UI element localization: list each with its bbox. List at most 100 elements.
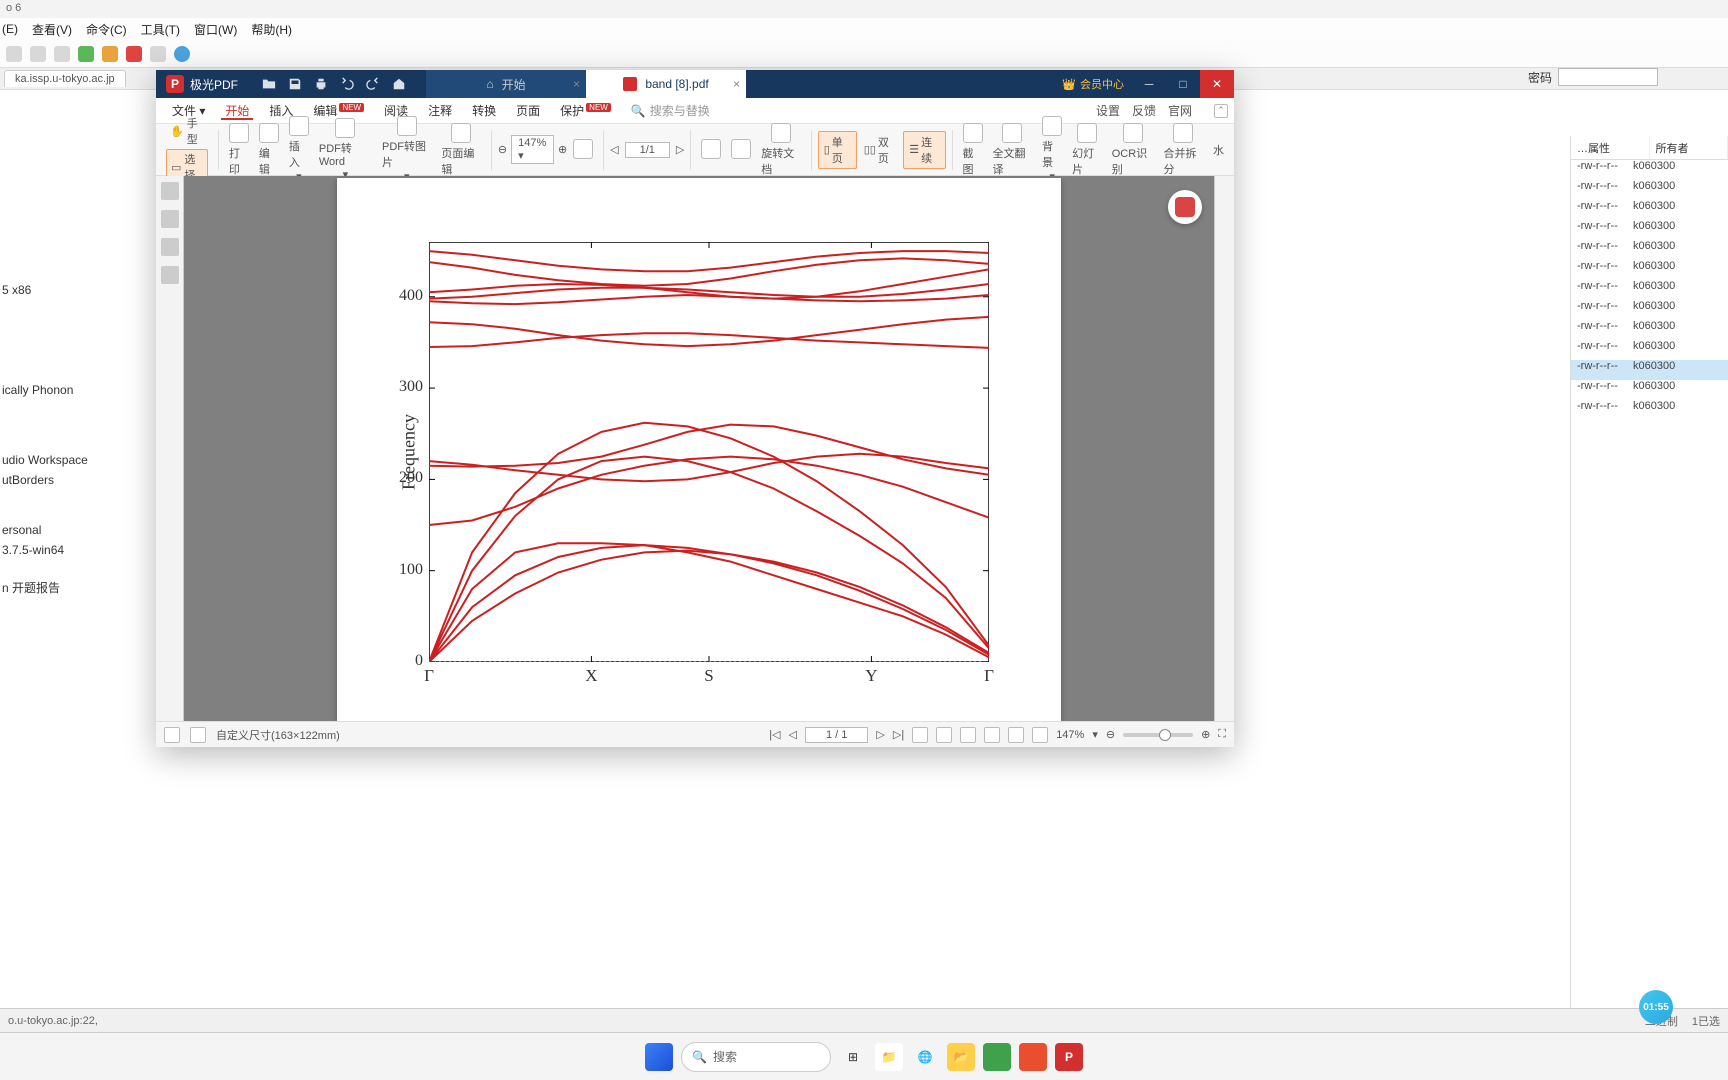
taskbar-search[interactable]: 🔍 搜索	[681, 1042, 831, 1072]
file-row[interactable]: -rw-r--r--k060300	[1571, 200, 1728, 220]
task-view-icon[interactable]: ⊞	[839, 1043, 867, 1071]
menu-read[interactable]: 阅读	[374, 102, 418, 119]
pdf-to-image-button[interactable]: PDF转图片▾	[378, 116, 435, 183]
slideshow-button[interactable]: 幻灯片	[1068, 123, 1106, 177]
rotate-right-button[interactable]	[727, 139, 755, 161]
menu-feedback[interactable]: 反馈	[1132, 102, 1156, 119]
col-perms[interactable]: …属性	[1571, 136, 1650, 159]
nav-item[interactable]: 5 x86	[2, 280, 92, 300]
file-row[interactable]: -rw-r--r--k060300	[1571, 160, 1728, 180]
toolbar-icon[interactable]	[54, 46, 70, 62]
col-owner[interactable]: 所有者	[1650, 136, 1728, 159]
zoom-out-button[interactable]: ⊖	[498, 143, 507, 156]
bg-session-tab[interactable]: ka.issp.u-tokyo.ac.jp	[4, 70, 126, 87]
last-page-button[interactable]: ▷|	[893, 728, 904, 741]
zoom-in-button[interactable]: ⊕	[1201, 728, 1210, 741]
explorer-icon[interactable]: 📁	[875, 1043, 903, 1071]
bg-menu[interactable]: 窗口(W)	[194, 21, 237, 38]
redo-icon[interactable]	[366, 77, 380, 91]
pdf-to-word-button[interactable]: PDF转Word▾	[315, 118, 376, 181]
next-page-button[interactable]: ▷	[876, 728, 884, 741]
next-page-button[interactable]: ▷	[676, 143, 684, 156]
hand-tool[interactable]: ✋手型	[166, 114, 208, 148]
edit-button[interactable]: 编辑	[255, 123, 283, 177]
toolbar-icon[interactable]	[30, 46, 46, 62]
close-icon[interactable]: ×	[573, 77, 580, 91]
home-icon[interactable]	[392, 77, 406, 91]
file-row[interactable]: -rw-r--r--k060300	[1571, 340, 1728, 360]
page-indicator[interactable]: 1 / 1	[805, 727, 868, 743]
bg-menu[interactable]: (E)	[2, 22, 18, 36]
fullscreen-button[interactable]: ⛶	[1218, 728, 1226, 741]
undo-icon[interactable]	[340, 77, 354, 91]
bg-menu[interactable]: 命令(C)	[86, 21, 127, 38]
password-input[interactable]	[1558, 68, 1658, 86]
pdf-app-icon[interactable]: P	[1055, 1043, 1083, 1071]
zoom-in-button[interactable]: ⊕	[558, 143, 567, 156]
search-panel-icon[interactable]	[161, 266, 179, 284]
help-icon[interactable]	[174, 46, 190, 62]
menu-website[interactable]: 官网	[1168, 102, 1192, 119]
nav-item[interactable]: ically Phonon	[2, 380, 92, 400]
toolbar-icon[interactable]	[6, 46, 22, 62]
pdf-page[interactable]: Frequency 0100200300400ΓXSYΓ	[337, 178, 1061, 721]
bg-menu[interactable]: 工具(T)	[141, 21, 180, 38]
status-icon[interactable]	[190, 727, 206, 743]
file-row[interactable]: -rw-r--r--k060300	[1571, 360, 1728, 380]
prev-page-button[interactable]: ◁	[610, 143, 618, 156]
annotations-icon[interactable]	[161, 238, 179, 256]
menu-protect[interactable]: 保护NEW	[550, 102, 621, 119]
zoom-level[interactable]: 147% ▾	[511, 135, 554, 164]
menu-start[interactable]: 开始	[215, 102, 259, 119]
menu-file[interactable]: 文件 ▾	[162, 102, 215, 119]
toolbar-icon[interactable]	[78, 46, 94, 62]
open-icon[interactable]	[262, 77, 276, 91]
app-icon[interactable]	[1019, 1043, 1047, 1071]
view-mode-icon[interactable]	[936, 727, 952, 743]
view-single[interactable]: ▯单页	[818, 131, 857, 169]
translate-button[interactable]: 全文翻译	[989, 123, 1037, 177]
menu-convert[interactable]: 转换	[462, 102, 506, 119]
nav-item[interactable]: udio Workspace	[2, 450, 92, 470]
print-icon[interactable]	[314, 77, 328, 91]
view-mode-icon[interactable]	[912, 727, 928, 743]
zoom-out-button[interactable]: ⊖	[1106, 728, 1115, 741]
prev-page-button[interactable]: ◁	[789, 728, 797, 741]
view-double[interactable]: ▯▯双页	[859, 132, 901, 168]
view-continuous[interactable]: ☰连续	[903, 131, 945, 169]
background-button[interactable]: 背景▾	[1038, 116, 1066, 183]
nav-item[interactable]: utBorders	[2, 470, 92, 490]
bg-menu[interactable]: 帮助(H)	[251, 21, 292, 38]
toolbar-icon[interactable]	[102, 46, 118, 62]
pdf-tab-document[interactable]: band [8].pdf ×	[586, 70, 746, 98]
file-row[interactable]: -rw-r--r--k060300	[1571, 300, 1728, 320]
collapse-ribbon-button[interactable]: ⌃	[1214, 104, 1228, 118]
zoom-slider[interactable]	[1123, 733, 1193, 737]
file-row[interactable]: -rw-r--r--k060300	[1571, 400, 1728, 420]
nav-item[interactable]: ersonal	[2, 520, 92, 540]
view-mode-icon[interactable]	[960, 727, 976, 743]
page-number[interactable]: 1/1	[625, 142, 670, 158]
floating-action-button[interactable]	[1168, 190, 1202, 224]
toolbar-icon[interactable]	[126, 46, 142, 62]
view-mode-icon[interactable]	[984, 727, 1000, 743]
file-row[interactable]: -rw-r--r--k060300	[1571, 320, 1728, 340]
menu-insert[interactable]: 插入	[259, 102, 303, 119]
save-icon[interactable]	[288, 77, 302, 91]
print-button[interactable]: 打印	[225, 123, 253, 177]
page-edit-button[interactable]: 页面编辑	[437, 123, 485, 177]
search-box[interactable]: 🔍 搜索与替换	[631, 102, 710, 119]
close-button[interactable]: ✕	[1200, 70, 1234, 98]
minimize-button[interactable]: ─	[1132, 70, 1166, 98]
grid-icon[interactable]	[161, 210, 179, 228]
merge-split-button[interactable]: 合并拆分	[1160, 123, 1208, 177]
insert-button[interactable]: 插入▾	[285, 116, 313, 183]
vip-button[interactable]: 👑 会员中心	[1054, 76, 1132, 92]
maximize-button[interactable]: □	[1166, 70, 1200, 98]
file-row[interactable]: -rw-r--r--k060300	[1571, 240, 1728, 260]
file-row[interactable]: -rw-r--r--k060300	[1571, 220, 1728, 240]
ocr-button[interactable]: OCR识别	[1108, 123, 1158, 177]
menu-annotate[interactable]: 注释	[418, 102, 462, 119]
nav-item[interactable]: n 开题报告	[2, 576, 92, 599]
file-row[interactable]: -rw-r--r--k060300	[1571, 380, 1728, 400]
